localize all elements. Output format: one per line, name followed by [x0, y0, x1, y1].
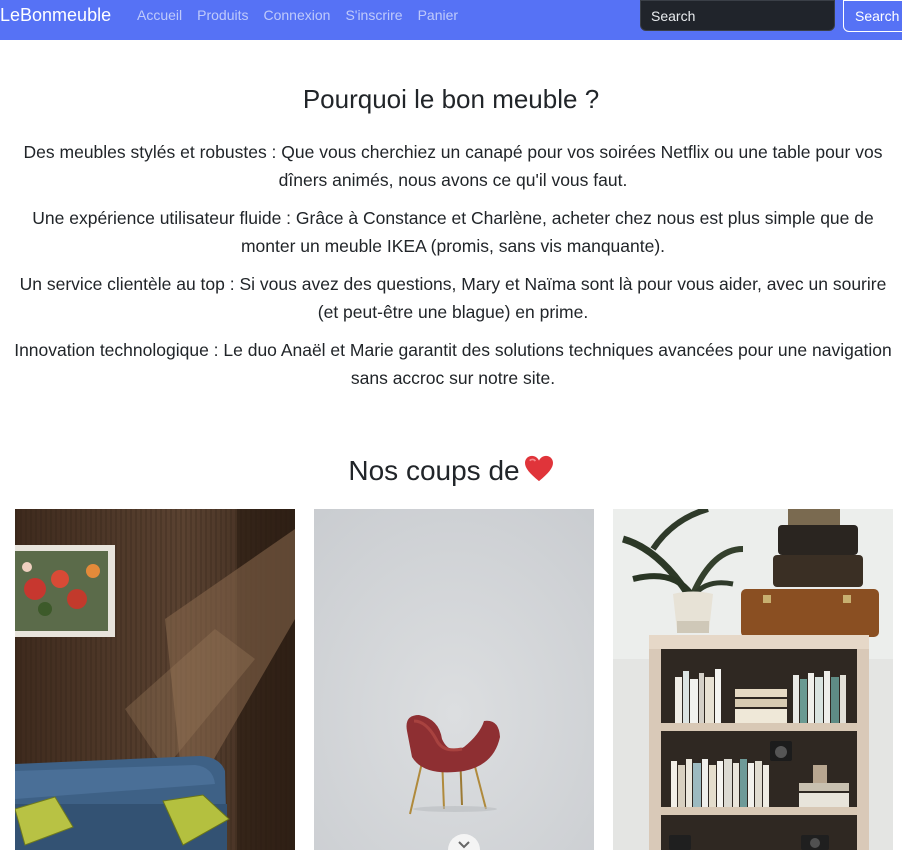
about-title: Pourquoi le bon meuble ? [302, 84, 600, 114]
search-button[interactable]: Search [843, 0, 902, 32]
nav-links: Accueil Produits Connexion S'inscrire Pa… [137, 7, 473, 23]
nav-link-panier[interactable]: Panier [418, 7, 458, 23]
product-card-sofa[interactable] [15, 509, 295, 850]
about-paragraph: Une expérience utilisateur fluide : Grâc… [32, 208, 874, 256]
nav-link-connexion[interactable]: Connexion [264, 7, 331, 23]
about-paragraph: Un service clientèle au top : Si vous av… [19, 274, 887, 322]
heart-icon [524, 455, 554, 493]
about-paragraph: Des meubles stylés et robustes : Que vou… [23, 142, 883, 190]
nav-link-accueil[interactable]: Accueil [137, 7, 182, 23]
favorites-title: Nos coups de [0, 452, 902, 493]
about-paragraphs: Des meubles stylés et robustes : Que vou… [12, 138, 894, 402]
nav-link-inscrire[interactable]: S'inscrire [345, 7, 402, 23]
navbar: LeBonmeuble Accueil Produits Connexion S… [0, 0, 902, 40]
brand-logo[interactable]: LeBonmeuble [0, 5, 111, 25]
product-card-bookshelf[interactable] [613, 509, 893, 850]
blue-sofa-photo [15, 509, 295, 850]
product-card-chair[interactable] [314, 509, 594, 850]
red-chair-photo [314, 509, 594, 850]
bookshelf-photo [613, 509, 893, 850]
favorites-title-text: Nos coups de [348, 455, 520, 486]
about-paragraph: Innovation technologique : Le duo Anaël … [14, 340, 892, 388]
nav-link-produits[interactable]: Produits [197, 7, 248, 23]
search-input[interactable] [640, 0, 835, 31]
